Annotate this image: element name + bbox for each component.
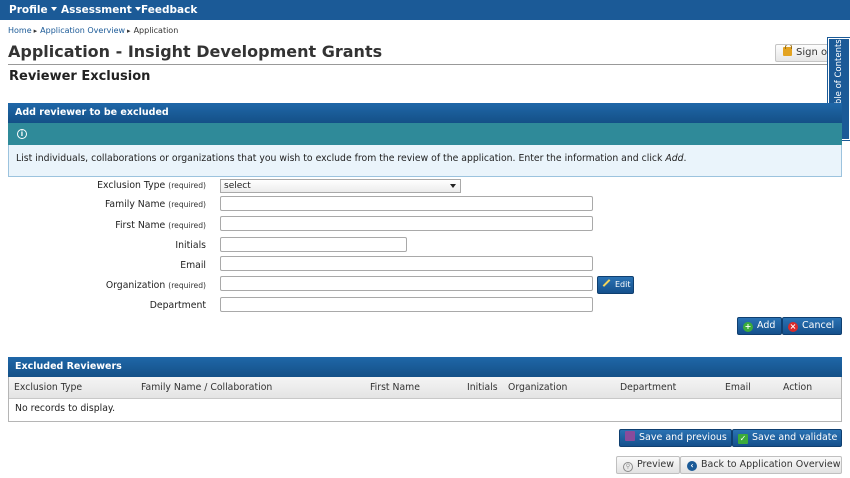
department-label: Department <box>149 300 206 311</box>
add-label: Add <box>757 320 776 331</box>
nav-profile-label: Profile <box>9 4 48 16</box>
email-input[interactable] <box>220 256 593 271</box>
top-navigation-bar: Profile Assessment Feedback <box>0 0 850 20</box>
back-to-application-overview-button[interactable]: ‹ Back to Application Overview <box>680 456 842 474</box>
save-disk-icon <box>625 431 635 441</box>
required-marker: (required) <box>168 221 206 230</box>
lock-icon <box>783 45 792 56</box>
cancel-button[interactable]: × Cancel <box>782 317 842 335</box>
required-marker: (required) <box>168 181 206 190</box>
column-header-department[interactable]: Department <box>620 377 676 399</box>
required-marker: (required) <box>168 200 206 209</box>
department-input[interactable] <box>220 297 593 312</box>
organization-input[interactable] <box>220 276 593 291</box>
preview-label: Preview <box>637 459 674 470</box>
nav-assessment-menu[interactable]: Assessment <box>61 0 141 20</box>
breadcrumb: Home ▸ Application Overview ▸ Application <box>8 26 178 35</box>
required-marker: (required) <box>168 281 206 290</box>
family-name-label: Family Name (required) <box>104 199 206 210</box>
column-header-action: Action <box>783 382 813 393</box>
dropdown-arrow-icon <box>450 184 456 188</box>
preview-button[interactable]: ⚲ Preview <box>616 456 680 474</box>
plus-icon: + <box>743 322 753 332</box>
organization-edit-button[interactable]: Edit <box>597 276 634 294</box>
page-subtitle: Reviewer Exclusion <box>9 69 151 84</box>
nav-feedback-link[interactable]: Feedback <box>141 0 197 20</box>
check-icon: ✓ <box>738 434 748 444</box>
sign-out-button[interactable]: Sign out <box>775 44 835 62</box>
initials-input[interactable] <box>220 237 407 252</box>
save-validate-label: Save and validate <box>752 432 838 443</box>
back-label: Back to Application Overview <box>701 459 841 470</box>
initials-label: Initials <box>175 240 206 251</box>
info-strip: i <box>8 123 842 145</box>
excluded-reviewers-panel-header: Excluded Reviewers <box>8 357 842 377</box>
instructions-emphasis: Add <box>665 153 684 164</box>
breadcrumb-separator-icon: ▸ <box>127 27 131 35</box>
title-divider <box>8 64 842 65</box>
page-title: Application - Insight Development Grants <box>8 42 383 61</box>
breadcrumb-separator-icon: ▸ <box>33 27 38 35</box>
exclusion-type-label: Exclusion Type (required) <box>97 180 206 191</box>
save-and-previous-button[interactable]: Save and previous <box>619 429 732 447</box>
first-name-input[interactable] <box>220 216 593 231</box>
back-arrow-icon: ‹ <box>687 461 697 471</box>
organization-label: Organization (required) <box>105 280 206 291</box>
info-icon: i <box>17 129 27 139</box>
exclusion-type-select[interactable]: select <box>220 179 461 193</box>
cancel-label: Cancel <box>802 320 835 331</box>
save-and-validate-button[interactable]: ✓ Save and validate <box>732 429 842 447</box>
save-previous-label: Save and previous <box>639 432 727 443</box>
magnifier-icon: ⚲ <box>623 462 633 472</box>
edit-label: Edit <box>615 280 631 289</box>
breadcrumb-current: Application <box>133 26 179 35</box>
column-header-initials[interactable]: Initials <box>467 377 498 399</box>
chevron-down-icon <box>50 7 57 11</box>
column-header-family-name[interactable]: Family Name / Collaboration <box>141 377 272 399</box>
add-button[interactable]: + Add <box>737 317 782 335</box>
breadcrumb-application-overview[interactable]: Application Overview <box>40 26 125 35</box>
instructions-end: . <box>683 153 687 164</box>
column-header-first-name[interactable]: First Name <box>370 377 420 399</box>
empty-table-message: No records to display. <box>15 403 116 414</box>
family-name-input[interactable] <box>220 196 593 211</box>
add-reviewer-panel-header: Add reviewer to be excluded <box>8 103 842 123</box>
instructions-text: List individuals, collaborations or orga… <box>8 145 842 177</box>
close-icon: × <box>788 322 798 332</box>
column-header-email[interactable]: Email <box>725 377 751 399</box>
email-label: Email <box>180 260 206 271</box>
first-name-label: First Name (required) <box>115 220 206 231</box>
instructions-main: List individuals, collaborations or orga… <box>16 153 666 164</box>
nav-assessment-label: Assessment <box>61 4 132 16</box>
nav-profile-menu[interactable]: Profile <box>9 0 57 20</box>
breadcrumb-home[interactable]: Home <box>8 26 32 35</box>
pencil-icon <box>602 279 611 287</box>
table-header-row: Exclusion Type Family Name / Collaborati… <box>9 377 841 399</box>
column-header-organization[interactable]: Organization <box>508 377 567 399</box>
exclusion-type-value: select <box>224 181 251 191</box>
chevron-down-icon <box>134 7 141 11</box>
column-header-exclusion-type[interactable]: Exclusion Type <box>14 377 82 399</box>
excluded-reviewers-table: Exclusion Type Family Name / Collaborati… <box>8 377 842 422</box>
